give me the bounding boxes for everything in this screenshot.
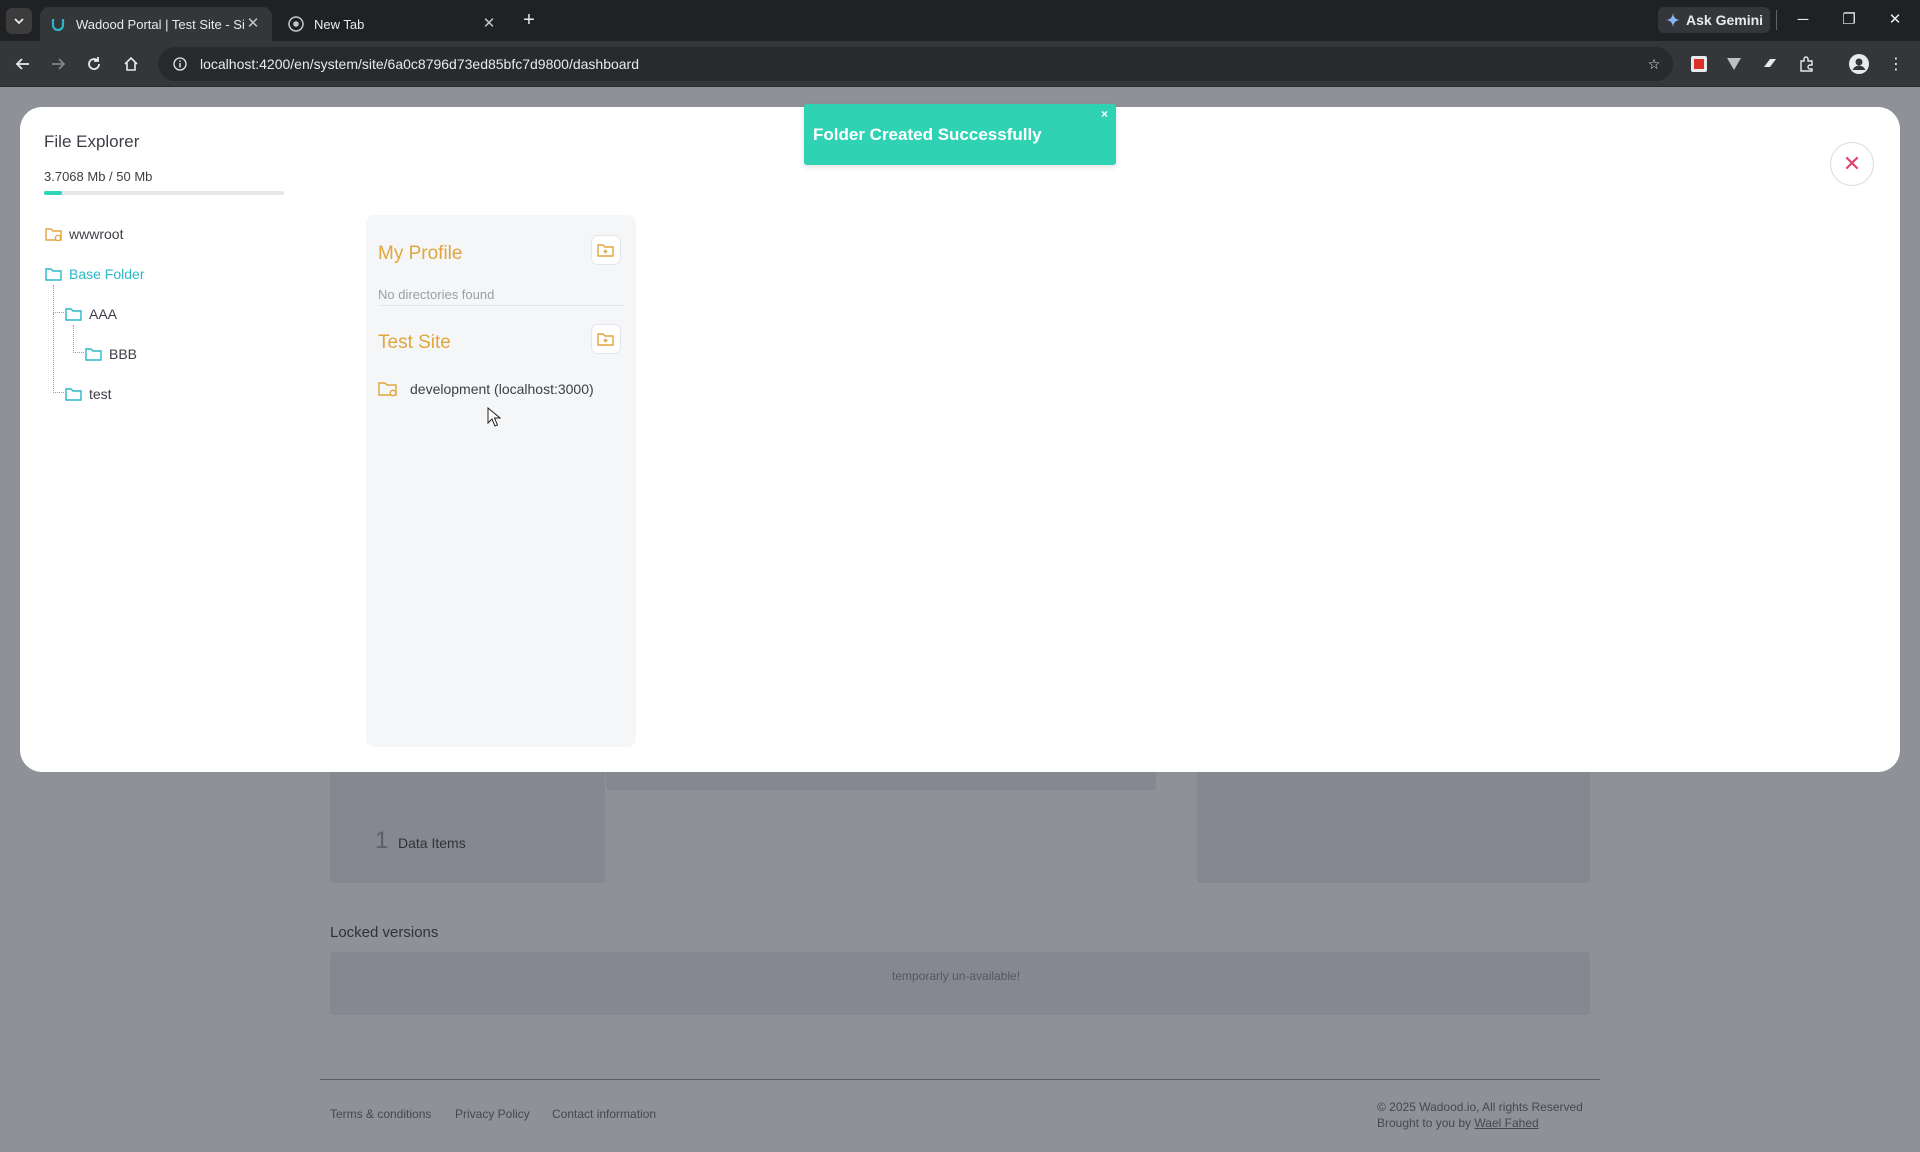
- tree-node-wwwroot[interactable]: wwwroot: [44, 226, 123, 242]
- quota-total: 50 Mb: [116, 169, 153, 184]
- tree-node-aaa[interactable]: AAA: [64, 306, 117, 322]
- profile-avatar-icon[interactable]: [1848, 53, 1870, 75]
- toolbar-separator: [1776, 10, 1777, 30]
- background-card: [606, 770, 1156, 790]
- footer-divider: [320, 1079, 1600, 1080]
- quota-used: 3.7068 Mb: [44, 169, 106, 184]
- chrome-icon: [288, 16, 304, 32]
- add-folder-button[interactable]: [591, 324, 621, 354]
- data-items-card: [330, 770, 605, 883]
- footer-link-privacy[interactable]: Privacy Policy: [455, 1107, 530, 1121]
- wadood-logo-icon: [50, 16, 66, 32]
- data-items-count: 1: [375, 827, 389, 854]
- footer-link-terms[interactable]: Terms & conditions: [330, 1107, 431, 1121]
- extension-tag-icon[interactable]: [1759, 53, 1781, 75]
- chevron-down-icon: [14, 18, 24, 25]
- home-icon[interactable]: [118, 51, 144, 77]
- folder-plus-icon: [597, 243, 614, 257]
- tree-node-label: wwwroot: [69, 226, 124, 242]
- forward-arrow-icon[interactable]: [45, 51, 71, 77]
- locked-versions-box: [330, 952, 1590, 1015]
- toast-close-icon[interactable]: ×: [1101, 107, 1108, 121]
- folder-plus-icon: [597, 332, 614, 346]
- back-arrow-icon[interactable]: [10, 51, 36, 77]
- mouse-cursor-icon: [487, 407, 501, 427]
- extension-v-icon[interactable]: [1723, 53, 1745, 75]
- section-title-test-site: Test Site: [378, 332, 451, 353]
- tree-node-base-folder[interactable]: Base Folder: [44, 266, 144, 282]
- close-modal-button[interactable]: ✕: [1830, 142, 1874, 186]
- reload-icon[interactable]: [81, 51, 107, 77]
- folder-gear-icon: [378, 380, 398, 398]
- folder-icon: [64, 306, 84, 322]
- tree-node-label: AAA: [89, 306, 118, 322]
- tab-title: New Tab: [314, 16, 365, 32]
- folder-icon: [64, 386, 84, 402]
- storage-progress-fill: [44, 191, 62, 195]
- toast-message: Folder Created Successfully: [813, 124, 1042, 144]
- close-icon: ✕: [1842, 151, 1862, 176]
- minimize-icon[interactable]: ─: [1780, 6, 1826, 34]
- directory-item-label: development (localhost:3000): [410, 381, 594, 397]
- close-window-icon[interactable]: ✕: [1872, 6, 1918, 34]
- tab-wadood-portal[interactable]: Wadood Portal | Test Site - Site ✕: [40, 7, 272, 41]
- footer-copyright: © 2025 Wadood.io, All rights Reserved: [1377, 1100, 1583, 1114]
- address-bar[interactable]: localhost:4200/en/system/site/6a0c8796d7…: [158, 47, 1673, 81]
- footer-author-link[interactable]: Wael Fahed: [1474, 1116, 1538, 1130]
- menu-kebab-icon[interactable]: ⋮: [1885, 53, 1907, 75]
- ask-gemini-label: Ask Gemini: [1686, 12, 1764, 28]
- storage-progress-bar: [44, 191, 284, 195]
- tab-title: Wadood Portal | Test Site - Site: [76, 16, 244, 32]
- file-explorer-modal: File Explorer 3.7068 Mb / 50 Mb ✕ wwwroo…: [20, 107, 1900, 772]
- locked-versions-note: temporarly un-available!: [892, 969, 1021, 983]
- footer-credit-prefix: Brought to you by: [1377, 1116, 1472, 1130]
- background-card: [1197, 770, 1590, 883]
- tree-node-label: test: [89, 386, 112, 402]
- folder-icon: [84, 346, 104, 362]
- extension-red-icon[interactable]: [1688, 53, 1710, 75]
- sites-panel: My Profile No directories found Test Sit…: [366, 215, 636, 747]
- footer-link-contact[interactable]: Contact information: [552, 1107, 656, 1121]
- restore-icon[interactable]: ❐: [1826, 6, 1872, 34]
- folder-icon: [44, 266, 64, 282]
- directory-item-development[interactable]: development (localhost:3000): [378, 380, 594, 398]
- tree-guide-line: [53, 285, 64, 313]
- empty-directories-note: No directories found: [378, 287, 495, 302]
- new-tab-plus-icon[interactable]: +: [518, 9, 540, 31]
- url-text: localhost:4200/en/system/site/6a0c8796d7…: [200, 56, 639, 72]
- tab-search-button[interactable]: [6, 8, 32, 34]
- site-info-icon[interactable]: [172, 56, 188, 72]
- success-toast: Folder Created Successfully ×: [804, 104, 1116, 165]
- tree-node-bbb[interactable]: BBB: [84, 346, 137, 362]
- extensions-puzzle-icon[interactable]: [1796, 53, 1818, 75]
- locked-versions-heading: Locked versions: [330, 924, 439, 941]
- tab-new-tab[interactable]: New Tab ✕: [278, 7, 508, 41]
- section-title-my-profile: My Profile: [378, 243, 463, 264]
- gemini-sparkle-icon: [1666, 13, 1680, 27]
- browser-tab-strip: Wadood Portal | Test Site - Site ✕ New T…: [0, 0, 1920, 41]
- storage-quota: 3.7068 Mb / 50 Mb: [44, 169, 152, 184]
- add-folder-button[interactable]: [591, 235, 621, 265]
- section-divider: [378, 305, 624, 306]
- bookmark-star-icon[interactable]: ☆: [1641, 51, 1667, 77]
- quota-separator: /: [105, 169, 117, 184]
- modal-title: File Explorer: [44, 132, 140, 151]
- close-tab-icon[interactable]: ✕: [480, 15, 498, 33]
- ask-gemini-button[interactable]: Ask Gemini: [1658, 7, 1770, 33]
- tree-node-label: BBB: [109, 346, 138, 362]
- tree-guide-line: [73, 325, 84, 353]
- folder-gear-icon: [44, 226, 64, 242]
- tree-node-test[interactable]: test: [64, 386, 112, 402]
- data-items-label: Data Items: [398, 835, 466, 851]
- tree-guide-line: [53, 313, 64, 393]
- close-tab-icon[interactable]: ✕: [244, 15, 262, 33]
- tree-node-label: Base Folder: [69, 266, 145, 282]
- footer-credit: Brought to you by Wael Fahed: [1377, 1116, 1539, 1130]
- browser-toolbar: localhost:4200/en/system/site/6a0c8796d7…: [0, 41, 1920, 87]
